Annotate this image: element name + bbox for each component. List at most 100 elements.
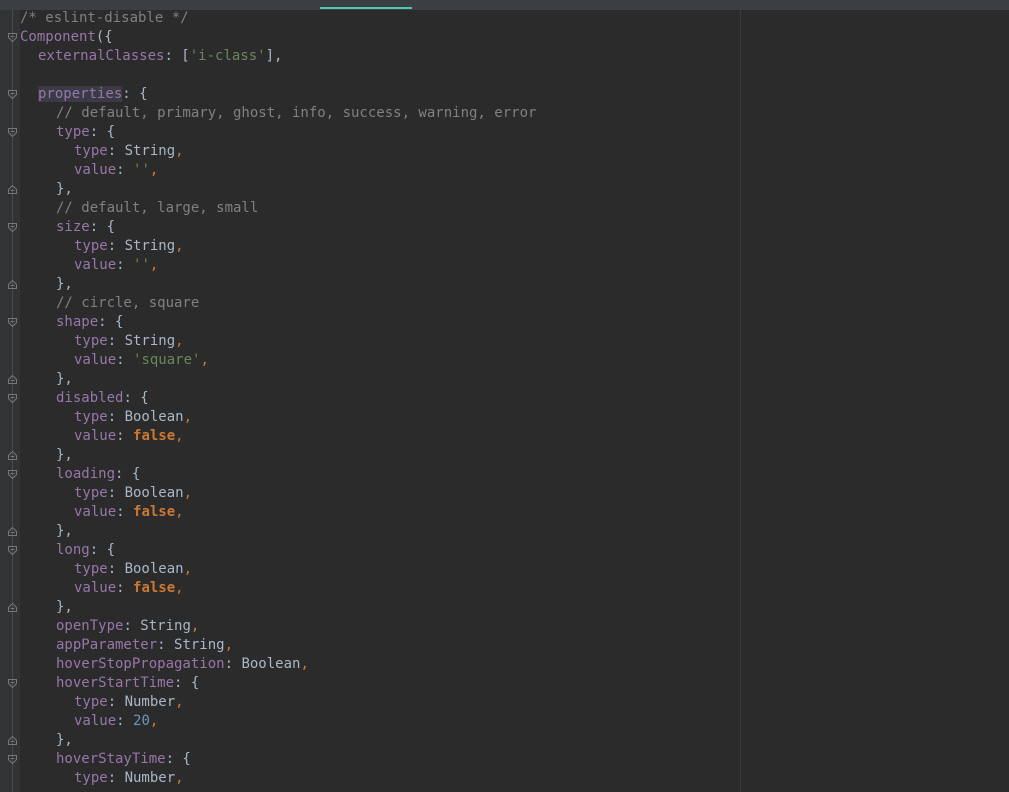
punctuation-token: }, (56, 371, 73, 387)
property-key: type (74, 770, 108, 786)
property-key: value (74, 428, 117, 444)
fold-open-icon[interactable] (8, 128, 17, 137)
fold-close-icon[interactable] (8, 280, 17, 289)
string-token: 'i-class' (189, 48, 266, 64)
code-line[interactable]: }, (20, 522, 740, 541)
fold-close-icon[interactable] (8, 185, 17, 194)
code-line[interactable]: Component({ (20, 28, 740, 47)
code-line[interactable]: }, (20, 275, 740, 294)
code-line[interactable]: shape: { (20, 313, 740, 332)
code-line[interactable]: // default, large, small (20, 199, 740, 218)
punctuation-token: : { (115, 466, 141, 482)
code-editor[interactable]: /* eslint-disable */ Component({ externa… (20, 9, 740, 792)
fold-open-icon[interactable] (8, 470, 17, 479)
comment-token: /* eslint-disable */ (20, 10, 189, 26)
fold-open-icon[interactable] (8, 679, 17, 688)
fold-open-icon[interactable] (8, 223, 17, 232)
code-line-empty[interactable] (20, 66, 740, 85)
code-line[interactable]: value: false, (20, 503, 740, 522)
code-line[interactable]: size: { (20, 218, 740, 237)
code-line[interactable]: }, (20, 446, 740, 465)
code-line[interactable]: type: String, (20, 332, 740, 351)
punctuation-token: }, (56, 181, 73, 197)
code-line[interactable]: }, (20, 370, 740, 389)
keyword-token: false (133, 428, 176, 444)
keyword-token: false (133, 504, 176, 520)
code-line[interactable]: }, (20, 598, 740, 617)
code-line[interactable]: /* eslint-disable */ (20, 9, 740, 28)
code-line[interactable]: value: 20, (20, 712, 740, 731)
property-key: type (74, 694, 108, 710)
fold-close-icon[interactable] (8, 451, 17, 460)
code-line[interactable]: value: '', (20, 256, 740, 275)
code-line[interactable]: type: Number, (20, 769, 740, 788)
property-key: value (74, 352, 117, 368)
string-token: '' (133, 257, 150, 273)
property-key: disabled (56, 390, 124, 406)
code-line[interactable]: value: false, (20, 427, 740, 446)
fold-open-icon[interactable] (8, 755, 17, 764)
code-line[interactable]: value: 'square', (20, 351, 740, 370)
code-line[interactable]: value: false, (20, 579, 740, 598)
property-key: type (56, 124, 90, 140)
code-line[interactable]: appParameter: String, (20, 636, 740, 655)
code-line[interactable]: type: Boolean, (20, 408, 740, 427)
punctuation-token: : { (89, 219, 116, 235)
punctuation-token: : { (89, 124, 116, 140)
type-token: String (124, 238, 176, 254)
fold-close-icon[interactable] (8, 527, 17, 536)
code-line[interactable]: // default, primary, ghost, info, succes… (20, 104, 740, 123)
code-line[interactable]: properties: { (20, 85, 740, 104)
code-line[interactable]: type: String, (20, 142, 740, 161)
property-key: long (56, 542, 90, 558)
code-line[interactable]: hoverStartTime: { (20, 674, 740, 693)
fold-open-icon[interactable] (8, 90, 17, 99)
string-token: '' (133, 162, 150, 178)
code-line[interactable]: loading: { (20, 465, 740, 484)
fold-open-icon[interactable] (8, 546, 17, 555)
code-line[interactable]: type: String, (20, 237, 740, 256)
fold-open-icon[interactable] (8, 33, 17, 42)
code-line[interactable]: }, (20, 180, 740, 199)
punctuation-token: }, (56, 732, 73, 748)
fold-open-icon[interactable] (8, 318, 17, 327)
code-line[interactable]: type: Number, (20, 693, 740, 712)
property-key: type (74, 409, 108, 425)
property-key-highlighted: properties (38, 86, 123, 102)
code-line[interactable]: value: '', (20, 161, 740, 180)
code-line[interactable]: hoverStopPropagation: Boolean, (20, 655, 740, 674)
string-token: 'square' (133, 352, 201, 368)
code-line[interactable]: disabled: { (20, 389, 740, 408)
fold-close-icon[interactable] (8, 603, 17, 612)
keyword-token: false (133, 580, 176, 596)
type-token: Number (124, 694, 176, 710)
property-key: value (74, 504, 117, 520)
type-token: String (124, 143, 176, 159)
property-key: size (56, 219, 90, 235)
identifier-token: Component (20, 29, 96, 45)
code-line[interactable]: long: { (20, 541, 740, 560)
punctuation-token: : [ (164, 48, 190, 64)
code-line[interactable]: externalClasses: ['i-class'], (20, 47, 740, 66)
code-line[interactable]: type: Boolean, (20, 560, 740, 579)
property-key: type (74, 485, 108, 501)
code-line[interactable]: openType: String, (20, 617, 740, 636)
type-token: String (124, 333, 176, 349)
fold-open-icon[interactable] (8, 394, 17, 403)
code-line[interactable]: hoverStayTime: { (20, 750, 740, 769)
fold-close-icon[interactable] (8, 375, 17, 384)
comment-token: // default, large, small (56, 200, 259, 216)
punctuation-token: ({ (95, 29, 113, 45)
code-line[interactable]: type: Boolean, (20, 484, 740, 503)
code-line[interactable]: }, (20, 731, 740, 750)
punctuation-token: }, (56, 447, 73, 463)
property-key: appParameter (56, 637, 158, 653)
comment-token: // circle, square (56, 295, 200, 311)
property-key: type (74, 238, 108, 254)
type-token: Boolean (124, 485, 184, 501)
punctuation-token: ], (265, 48, 283, 64)
punctuation-token: : { (98, 314, 124, 330)
code-line[interactable]: type: { (20, 123, 740, 142)
fold-close-icon[interactable] (8, 736, 17, 745)
code-line[interactable]: // circle, square (20, 294, 740, 313)
